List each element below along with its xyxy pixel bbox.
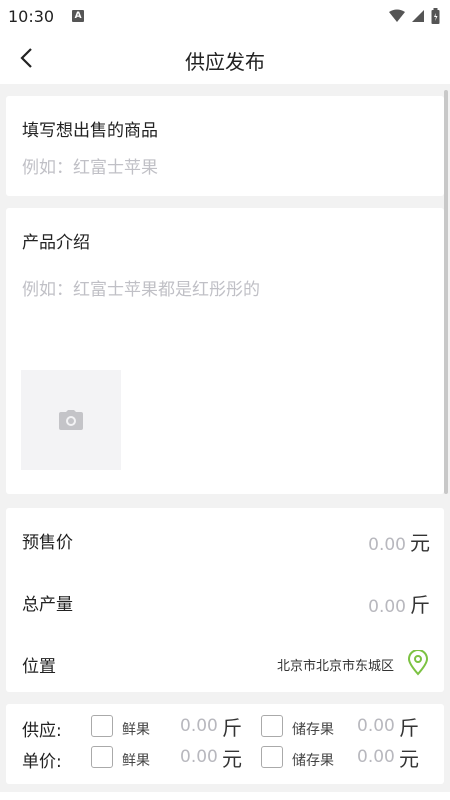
stored-price-unit: 元 bbox=[399, 747, 419, 771]
fresh-supply-label: 鲜果 bbox=[122, 722, 150, 738]
presale-price-field[interactable]: 0.00 元 bbox=[368, 527, 430, 556]
total-output-input[interactable]: 0.00 bbox=[368, 597, 406, 617]
battery-icon bbox=[431, 8, 440, 24]
nav-bar: 供应发布 bbox=[0, 32, 450, 84]
pricing-card: 预售价 0.00 元 总产量 0.00 斤 位置 北京市北京市东城区 bbox=[6, 508, 444, 692]
presale-price-label: 预售价 bbox=[22, 533, 73, 553]
fresh-price-unit: 元 bbox=[222, 747, 242, 771]
product-name-input[interactable]: 例如：红富士苹果 bbox=[22, 153, 402, 178]
fresh-price-checkbox[interactable] bbox=[91, 746, 113, 768]
fresh-supply-input[interactable]: 0.00 bbox=[180, 716, 218, 736]
bottom-card-edge bbox=[0, 792, 450, 800]
total-output-label: 总产量 bbox=[22, 595, 73, 615]
product-intro-input[interactable]: 例如：红富士苹果都是红彤彤的 bbox=[22, 275, 422, 345]
presale-price-input[interactable]: 0.00 bbox=[368, 535, 406, 555]
presale-price-unit: 元 bbox=[410, 531, 430, 555]
location-pin-icon[interactable] bbox=[406, 649, 430, 676]
stored-supply-checkbox[interactable] bbox=[261, 715, 283, 737]
signal-icon bbox=[412, 10, 424, 22]
add-photo-button[interactable] bbox=[21, 370, 121, 470]
status-bar: 10:30 A bbox=[0, 0, 450, 32]
unit-price-row: 单价: 鲜果 0.00 元 储存果 0.00 元 bbox=[6, 743, 444, 773]
total-output-field[interactable]: 0.00 斤 bbox=[368, 589, 430, 618]
status-icons bbox=[389, 8, 440, 24]
page-title: 供应发布 bbox=[185, 50, 265, 74]
scrollbar[interactable] bbox=[444, 90, 448, 494]
wifi-icon bbox=[389, 9, 405, 22]
location-label: 位置 bbox=[22, 657, 56, 677]
stored-price-checkbox[interactable] bbox=[261, 746, 283, 768]
product-intro-card: 产品介绍 例如：红富士苹果都是红彤彤的 bbox=[6, 208, 444, 494]
product-name-card: 填写想出售的商品 例如：红富士苹果 bbox=[6, 96, 444, 196]
fresh-price-input[interactable]: 0.00 bbox=[180, 747, 218, 767]
supply-row: 供应: 鲜果 0.00 斤 储存果 0.00 斤 bbox=[6, 712, 444, 742]
status-time: 10:30 bbox=[8, 6, 55, 26]
camera-icon bbox=[59, 410, 83, 430]
stored-supply-input[interactable]: 0.00 bbox=[357, 716, 395, 736]
fresh-price-label: 鲜果 bbox=[122, 753, 150, 769]
stored-price-input[interactable]: 0.00 bbox=[357, 747, 395, 767]
fresh-supply-checkbox[interactable] bbox=[91, 715, 113, 737]
product-name-label: 填写想出售的商品 bbox=[22, 121, 158, 141]
supply-card: 供应: 鲜果 0.00 斤 储存果 0.00 斤 单价: 鲜果 0.00 元 储… bbox=[6, 704, 444, 784]
unit-price-label: 单价: bbox=[22, 752, 62, 772]
total-output-unit: 斤 bbox=[410, 593, 430, 617]
fresh-supply-unit: 斤 bbox=[222, 716, 242, 740]
stored-supply-unit: 斤 bbox=[399, 716, 419, 740]
notification-a-icon: A bbox=[72, 10, 85, 22]
stored-supply-label: 储存果 bbox=[292, 722, 334, 738]
supply-label: 供应: bbox=[22, 721, 62, 741]
stored-price-label: 储存果 bbox=[292, 753, 334, 769]
location-value[interactable]: 北京市北京市东城区 bbox=[277, 655, 394, 674]
product-intro-label: 产品介绍 bbox=[22, 233, 90, 253]
